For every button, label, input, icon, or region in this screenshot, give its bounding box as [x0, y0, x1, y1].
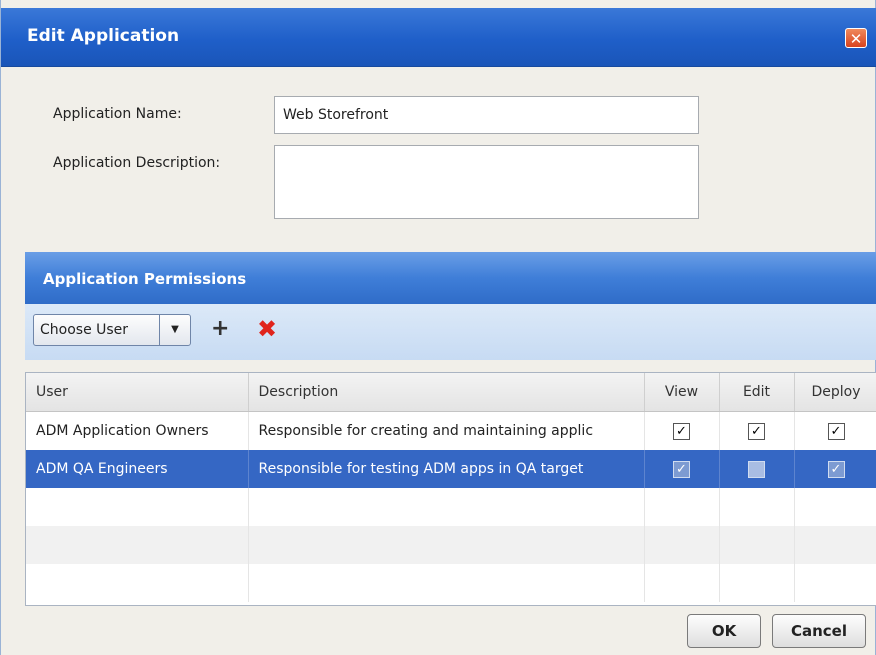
- plus-icon[interactable]: +: [211, 316, 229, 342]
- cancel-button[interactable]: Cancel: [772, 614, 866, 648]
- application-permissions-header: Application Permissions: [25, 252, 876, 304]
- choose-user-dropdown[interactable]: Choose User ▼: [33, 314, 191, 346]
- application-name-label: Application Name:: [53, 106, 182, 122]
- column-header-edit[interactable]: Edit: [719, 373, 795, 412]
- description-cell: Responsible for testing ADM apps in QA t…: [248, 450, 645, 488]
- deploy-cell: ✓: [794, 450, 876, 488]
- column-header-view[interactable]: View: [644, 373, 720, 412]
- dialog-titlebar: Edit Application ✕: [1, 8, 876, 67]
- view-checkbox[interactable]: ✓: [673, 460, 690, 478]
- column-header-description[interactable]: Description: [248, 373, 645, 412]
- table-row[interactable]: ADM Application Owners Responsible for c…: [26, 411, 876, 450]
- view-cell: ✓: [644, 450, 720, 488]
- empty-row: [26, 564, 876, 602]
- application-description-label: Application Description:: [53, 155, 221, 171]
- edit-cell: [719, 450, 795, 488]
- delete-x-icon[interactable]: ✖: [257, 316, 277, 342]
- user-cell: ADM Application Owners: [26, 411, 249, 450]
- application-description-input[interactable]: [274, 145, 699, 219]
- application-name-input[interactable]: Web Storefront: [274, 96, 699, 134]
- deploy-checkbox[interactable]: ✓: [827, 460, 845, 478]
- view-cell: ✓: [644, 411, 720, 450]
- description-cell: Responsible for creating and maintaining…: [248, 411, 645, 450]
- column-header-user[interactable]: User: [26, 373, 249, 412]
- deploy-cell: ✓: [794, 411, 876, 450]
- ok-button[interactable]: OK: [687, 614, 761, 648]
- user-cell: ADM QA Engineers: [26, 450, 249, 488]
- close-icon[interactable]: ✕: [845, 28, 867, 48]
- deploy-checkbox[interactable]: ✓: [827, 422, 845, 440]
- permissions-toolbar: Choose User ▼ + ✖: [25, 304, 876, 360]
- dialog-title: Edit Application: [27, 26, 180, 46]
- view-checkbox[interactable]: ✓: [673, 422, 690, 440]
- empty-row: [26, 526, 876, 564]
- table-header-row: User Description View Edit Deploy: [26, 373, 876, 412]
- permissions-header-title: Application Permissions: [43, 270, 247, 288]
- edit-application-dialog: Edit Application ✕ Application Name: Web…: [0, 0, 876, 655]
- choose-user-label: Choose User: [40, 322, 129, 338]
- table-row-selected[interactable]: ADM QA Engineers Responsible for testing…: [26, 450, 876, 488]
- empty-row: [26, 488, 876, 526]
- permissions-table: User Description View Edit Deploy ADM Ap…: [25, 372, 876, 606]
- edit-checkbox[interactable]: [748, 460, 765, 478]
- column-header-deploy[interactable]: Deploy: [794, 373, 876, 412]
- chevron-down-icon[interactable]: ▼: [159, 315, 190, 345]
- edit-cell: ✓: [719, 411, 795, 450]
- edit-checkbox[interactable]: ✓: [748, 422, 765, 440]
